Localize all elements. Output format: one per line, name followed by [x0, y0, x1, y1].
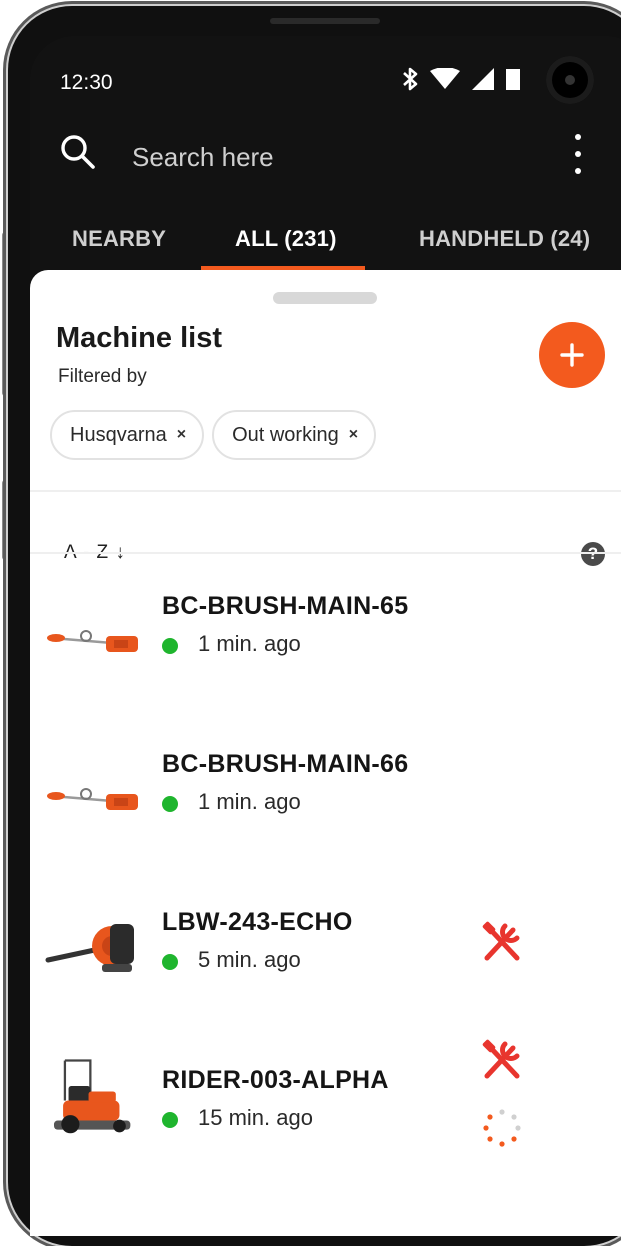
- brushcutter-icon: [47, 788, 138, 810]
- remove-filter-icon[interactable]: ×: [349, 426, 358, 444]
- service-required-icon[interactable]: [479, 920, 525, 966]
- phone-speaker: [270, 18, 380, 24]
- last-seen: 5 min. ago: [198, 947, 301, 972]
- brushcutter-icon: [47, 630, 138, 652]
- syncing-spinner-icon: [483, 1109, 521, 1147]
- search-icon[interactable]: [60, 134, 96, 170]
- online-status-dot: [162, 954, 178, 970]
- remove-filter-icon[interactable]: ×: [177, 426, 186, 444]
- phone-frame: 12:30 Search here NEARBY ALL (231) HANDH…: [8, 6, 621, 1246]
- filter-chip-husqvarna[interactable]: Husqvarna ×: [50, 410, 205, 460]
- help-icon[interactable]: ?: [581, 542, 605, 566]
- filter-chip-label: Out working: [232, 423, 339, 446]
- battery-icon: [506, 69, 520, 90]
- divider: [30, 490, 621, 492]
- rider-mower-icon: [54, 1059, 131, 1134]
- search-input[interactable]: [130, 136, 464, 178]
- plus-icon: [560, 343, 584, 367]
- filter-chips: Husqvarna × Out working ×: [50, 410, 377, 460]
- front-camera: [546, 56, 594, 104]
- phone-screen: 12:30 Search here NEARBY ALL (231) HANDH…: [30, 36, 621, 1236]
- tab-bar: NEARBY ALL (231) HANDHELD (24): [30, 212, 621, 272]
- tab-nearby[interactable]: NEARBY: [72, 226, 166, 252]
- machine-list-sheet: Machine list Filtered by Husqvarna × Out…: [30, 270, 621, 1236]
- online-status-dot: [162, 1112, 178, 1128]
- machine-row[interactable]: BC-BRUSH-MAIN-66 1 min. ago: [30, 750, 621, 908]
- divider: [30, 552, 621, 554]
- machine-row[interactable]: RIDER-003-ALPHA 15 min. ago: [30, 1059, 621, 1224]
- search-bar: [30, 126, 621, 186]
- more-options-icon[interactable]: [570, 134, 586, 174]
- last-seen: 15 min. ago: [198, 1105, 313, 1130]
- add-machine-button[interactable]: [539, 322, 605, 388]
- sheet-drag-handle[interactable]: [273, 292, 377, 304]
- tab-all[interactable]: ALL (231): [235, 226, 337, 252]
- filtered-by-label: Filtered by: [58, 366, 147, 387]
- machine-name: BC-BRUSH-MAIN-66: [162, 750, 409, 778]
- machine-row[interactable]: LBW-243-ECHO 5 min. ago: [30, 908, 621, 1066]
- filter-chip-out-working[interactable]: Out working ×: [212, 410, 377, 460]
- machine-name: BC-BRUSH-MAIN-65: [162, 592, 409, 620]
- online-status-dot: [162, 796, 178, 812]
- tab-handheld[interactable]: HANDHELD (24): [419, 226, 590, 252]
- leaf-blower-icon: [45, 924, 134, 972]
- signal-icon: [472, 68, 494, 90]
- status-icons: [402, 66, 520, 92]
- service-required-icon[interactable]: [479, 1038, 525, 1084]
- machine-row[interactable]: BC-BRUSH-MAIN-65 1 min. ago: [30, 592, 621, 750]
- status-time: 12:30: [60, 71, 113, 94]
- status-bar: 12:30: [30, 36, 621, 116]
- last-seen: 1 min. ago: [198, 789, 301, 814]
- sheet-title: Machine list: [56, 322, 222, 354]
- last-seen: 1 min. ago: [198, 631, 301, 656]
- filter-chip-label: Husqvarna: [70, 423, 167, 446]
- bluetooth-icon: [403, 67, 418, 91]
- wifi-icon: [430, 68, 460, 89]
- online-status-dot: [162, 638, 178, 654]
- machine-name: RIDER-003-ALPHA: [162, 1066, 389, 1094]
- machine-name: LBW-243-ECHO: [162, 908, 353, 936]
